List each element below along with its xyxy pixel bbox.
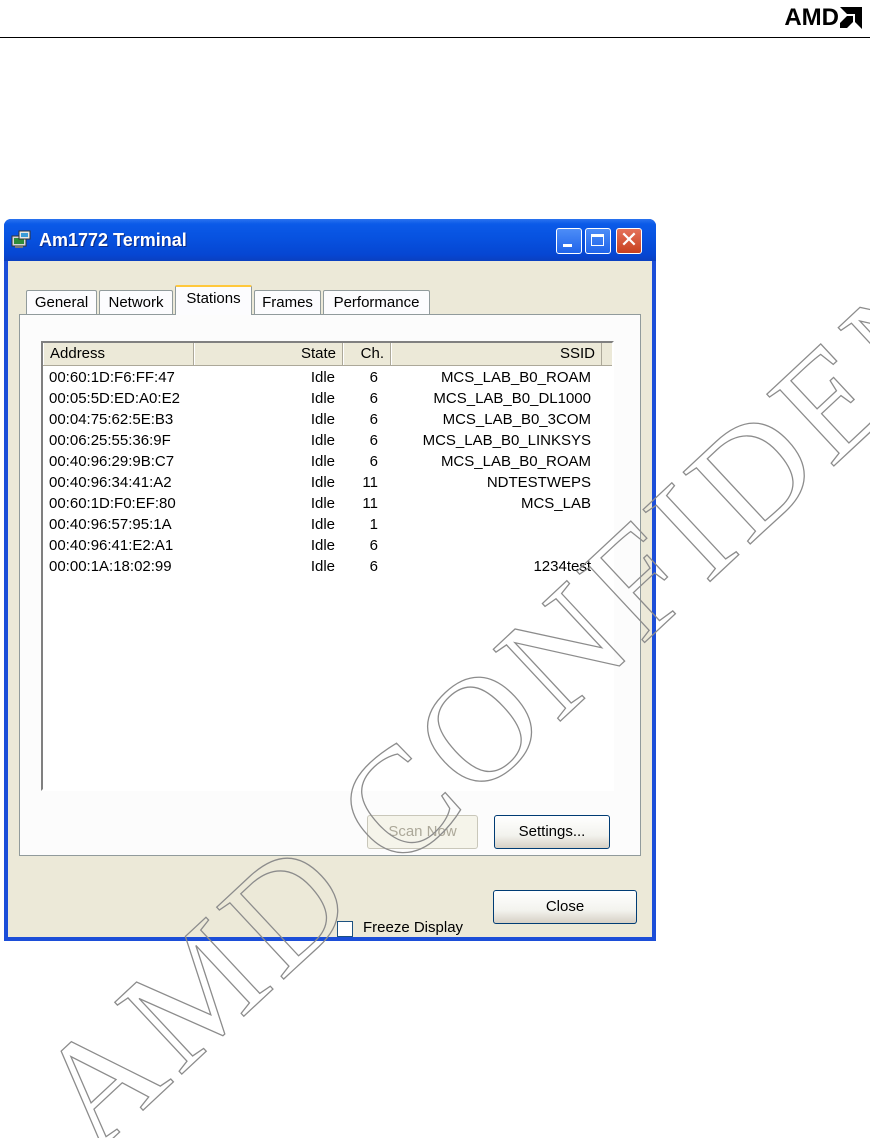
minimize-button[interactable] — [556, 228, 582, 254]
amd-arrow-icon — [840, 7, 862, 29]
stations-list[interactable]: Address State Ch. SSID 00:60:1D:F6:FF:47… — [41, 341, 614, 791]
column-header-address[interactable]: Address — [43, 343, 194, 365]
tab-frames[interactable]: Frames — [254, 290, 321, 314]
table-row[interactable]: 00:40:96:57:95:1A Idle 1 — [43, 514, 612, 535]
cell-state: Idle — [310, 390, 335, 407]
cell-ssid: MCS_LAB_B0_DL1000 — [433, 390, 591, 407]
close-window-button[interactable]: ✕ — [616, 228, 642, 254]
cell-state: Idle — [310, 369, 335, 386]
freeze-display-checkbox[interactable] — [337, 921, 353, 937]
cell-ssid: MCS_LAB_B0_ROAM — [440, 453, 591, 470]
cell-ssid: MCS_LAB — [520, 495, 591, 512]
cell-address: 00:60:1D:F0:EF:80 — [49, 495, 176, 512]
tab-general[interactable]: General — [26, 290, 97, 314]
table-row[interactable]: 00:60:1D:F0:EF:80 Idle 11 MCS_LAB — [43, 493, 612, 514]
cell-address: 00:60:1D:F6:FF:47 — [49, 369, 175, 386]
table-row[interactable]: 00:00:1A:18:02:99 Idle 6 1234test — [43, 556, 612, 577]
cell-address: 00:04:75:62:5E:B3 — [49, 411, 174, 428]
table-row[interactable]: 00:05:5D:ED:A0:E2 Idle 6 MCS_LAB_B0_DL1000 — [43, 388, 612, 409]
cell-state: Idle — [310, 537, 335, 554]
table-row[interactable]: 00:40:96:29:9B:C7 Idle 6 MCS_LAB_B0_ROAM — [43, 451, 612, 472]
column-header-channel[interactable]: Ch. — [343, 343, 391, 365]
cell-channel: 1 — [369, 516, 378, 533]
header-rule — [0, 37, 870, 38]
settings-button[interactable]: Settings... — [494, 815, 610, 849]
cell-channel: 6 — [369, 411, 378, 428]
table-row[interactable]: 00:04:75:62:5E:B3 Idle 6 MCS_LAB_B0_3COM — [43, 409, 612, 430]
maximize-button[interactable] — [585, 228, 611, 254]
table-row[interactable]: 00:06:25:55:36:9F Idle 6 MCS_LAB_B0_LINKSYS — [43, 430, 612, 451]
cell-ssid: 1234test — [533, 558, 591, 575]
cell-state: Idle — [310, 516, 335, 533]
cell-state: Idle — [310, 495, 335, 512]
cell-channel: 6 — [369, 537, 378, 554]
cell-channel: 6 — [369, 369, 378, 386]
tab-performance[interactable]: Performance — [323, 290, 430, 314]
cell-ssid: MCS_LAB_B0_ROAM — [440, 369, 591, 386]
cell-state: Idle — [310, 411, 335, 428]
freeze-display-label[interactable]: Freeze Display — [363, 919, 463, 936]
cell-channel: 6 — [369, 432, 378, 449]
tab-stations[interactable]: Stations — [175, 285, 252, 315]
cell-address: 00:40:96:41:E2:A1 — [49, 537, 174, 554]
scan-now-button[interactable]: Scan Now — [367, 815, 478, 849]
table-row[interactable]: 00:40:96:41:E2:A1 Idle 6 — [43, 535, 612, 556]
close-icon: ✕ — [619, 228, 639, 253]
window-title: Am1772 Terminal — [39, 230, 187, 250]
tab-network[interactable]: Network — [99, 290, 173, 314]
column-header-state[interactable]: State — [194, 343, 343, 365]
title-bar[interactable]: Am1772 Terminal ✕ — [4, 219, 656, 261]
cell-channel: 11 — [362, 474, 378, 491]
column-header-ssid[interactable]: SSID — [391, 343, 602, 365]
cell-ssid: MCS_LAB_B0_LINKSYS — [422, 432, 591, 449]
list-header: Address State Ch. SSID — [43, 343, 612, 366]
cell-channel: 11 — [362, 495, 378, 512]
cell-address: 00:05:5D:ED:A0:E2 — [49, 390, 180, 407]
table-row[interactable]: 00:40:96:34:41:A2 Idle 11 NDTESTWEPS — [43, 472, 612, 493]
cell-address: 00:40:96:34:41:A2 — [49, 474, 172, 491]
amd-logo-text: AMD — [784, 4, 839, 31]
cell-address: 00:06:25:55:36:9F — [49, 432, 171, 449]
cell-address: 00:00:1A:18:02:99 — [49, 558, 172, 575]
cell-state: Idle — [310, 453, 335, 470]
terminal-app-icon — [11, 230, 31, 248]
cell-state: Idle — [310, 558, 335, 575]
cell-address: 00:40:96:29:9B:C7 — [49, 453, 175, 470]
cell-ssid: NDTESTWEPS — [486, 474, 591, 491]
cell-channel: 6 — [369, 558, 378, 575]
cell-address: 00:40:96:57:95:1A — [49, 516, 172, 533]
cell-state: Idle — [310, 474, 335, 491]
terminal-window: Am1772 Terminal ✕ General Network Statio… — [4, 219, 656, 941]
cell-channel: 6 — [369, 390, 378, 407]
close-button[interactable]: Close — [493, 890, 637, 924]
cell-state: Idle — [310, 432, 335, 449]
dialog-client-area: General Network Stations Frames Performa… — [8, 261, 652, 937]
amd-logo: AMD — [784, 4, 862, 32]
table-row[interactable]: 00:60:1D:F6:FF:47 Idle 6 MCS_LAB_B0_ROAM — [43, 367, 612, 388]
cell-channel: 6 — [369, 453, 378, 470]
cell-ssid: MCS_LAB_B0_3COM — [442, 411, 591, 428]
